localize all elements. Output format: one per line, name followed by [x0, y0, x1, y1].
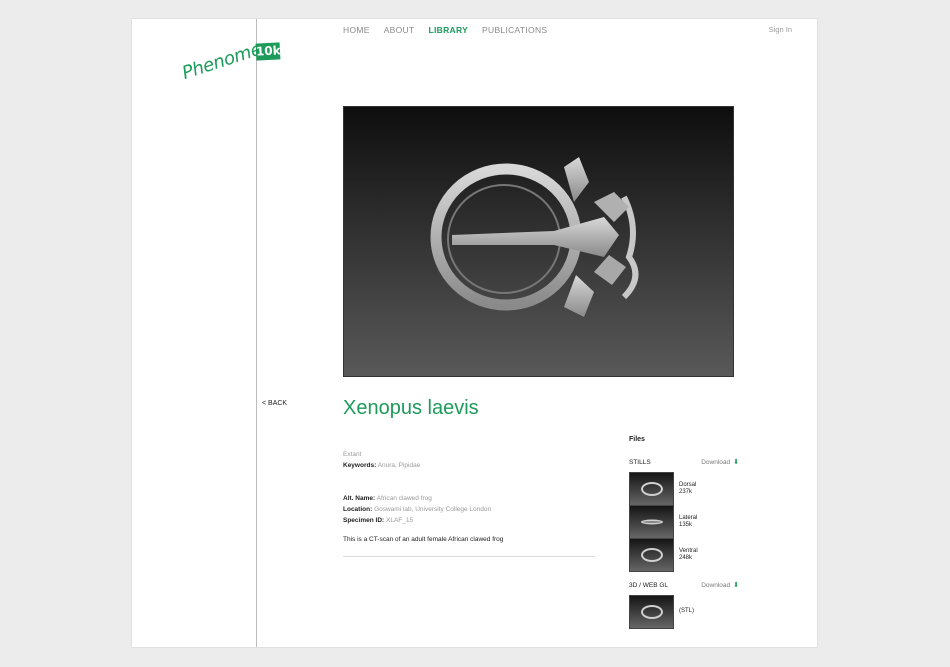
specimen-status: Extant: [343, 451, 362, 458]
nav-about[interactable]: ABOUT: [384, 25, 415, 35]
still-name: Dorsal: [679, 481, 697, 488]
still-info: Lateral 135k: [679, 515, 697, 529]
skull-midline: [452, 217, 619, 257]
logo-badge: 10k: [255, 42, 282, 61]
still-ventral[interactable]: Ventral 248k: [629, 537, 739, 572]
files-panel: Files STILLS Download ⬇ Dorsal 237k Late…: [629, 436, 739, 629]
logo-wordmark: Phenome: [179, 38, 265, 84]
webgl-header: 3D / WEB GL Download ⬇: [629, 579, 739, 591]
still-name: Lateral: [679, 514, 698, 521]
skull-bone-lower: [564, 275, 594, 317]
still-dorsal[interactable]: Dorsal 237k: [629, 471, 739, 506]
still-name: Ventral: [679, 547, 698, 554]
specimen-title: Xenopus laevis: [343, 397, 479, 419]
still-lateral[interactable]: Lateral 135k: [629, 504, 739, 539]
thumbnail-stl[interactable]: [629, 594, 674, 629]
content-divider: [343, 556, 595, 557]
stills-download-label: Download: [701, 458, 731, 466]
download-arrow-icon: ⬇: [733, 459, 739, 466]
download-arrow-icon: ⬇: [733, 582, 739, 589]
still-size: 135k: [679, 521, 693, 528]
files-heading: Files: [629, 436, 645, 443]
webgl-download-button[interactable]: Download ⬇: [701, 581, 739, 590]
webgl-label: 3D / WEB GL: [629, 581, 669, 589]
nav-publications[interactable]: PUBLICATIONS: [482, 25, 547, 35]
specimen-id-value: XLAF_15: [386, 517, 414, 524]
skull-bone-rear: [621, 195, 639, 300]
sidebar-divider: [256, 19, 257, 647]
keywords-value: Anura, Pipidae: [377, 462, 421, 469]
stills-header: STILLS Download ⬇: [629, 456, 739, 468]
nav-home[interactable]: HOME: [343, 25, 370, 35]
thumbnail-dorsal[interactable]: [629, 471, 674, 506]
still-info: Ventral 248k: [679, 548, 698, 562]
specimen-id-label: Specimen ID:: [343, 517, 385, 524]
skull-bone-crest-bottom: [594, 255, 626, 285]
still-info: Dorsal 237k: [679, 482, 696, 496]
site-logo[interactable]: Phenome 10k: [180, 39, 286, 93]
nav-library[interactable]: LIBRARY: [428, 25, 468, 35]
location-label: Location:: [343, 506, 373, 513]
main-nav: HOME ABOUT LIBRARY PUBLICATIONS: [343, 25, 547, 35]
altname-row: Alt. Name: African clawed frog: [343, 493, 503, 504]
stills-label: STILLS: [629, 458, 651, 466]
keywords-label: Keywords:: [343, 462, 377, 469]
stills-download-button[interactable]: Download ⬇: [701, 458, 739, 467]
specimen-description: This is a CT-scan of an adult female Afr…: [343, 536, 504, 543]
thumbnail-ventral[interactable]: [629, 537, 674, 572]
location-value: Goswami lab, University College London: [374, 506, 492, 513]
sign-in-link[interactable]: Sign In: [769, 25, 792, 34]
back-link[interactable]: < BACK: [262, 400, 287, 407]
altname-label: Alt. Name:: [343, 495, 376, 502]
specimen-id-row: Specimen ID: XLAF_15: [343, 515, 503, 526]
location-row: Location: Goswami lab, University Colleg…: [343, 504, 503, 515]
altname-value: African clawed frog: [376, 495, 432, 502]
skull-bone-crest-top: [594, 192, 629, 222]
specimen-image: [343, 106, 734, 377]
specimen-meta: Extant Keywords: Anura, Pipidae Alt. Nam…: [343, 449, 503, 545]
webgl-file-label: (STL): [679, 608, 694, 614]
webgl-file[interactable]: (STL): [629, 594, 739, 629]
page-card: Phenome 10k HOME ABOUT LIBRARY PUBLICATI…: [132, 19, 817, 647]
still-size: 248k: [679, 554, 693, 561]
thumbnail-lateral[interactable]: [629, 504, 674, 539]
webgl-download-label: Download: [701, 581, 731, 589]
skull-render: [430, 157, 639, 317]
keywords-row: Keywords: Anura, Pipidae: [343, 460, 503, 471]
still-size: 237k: [679, 488, 693, 495]
